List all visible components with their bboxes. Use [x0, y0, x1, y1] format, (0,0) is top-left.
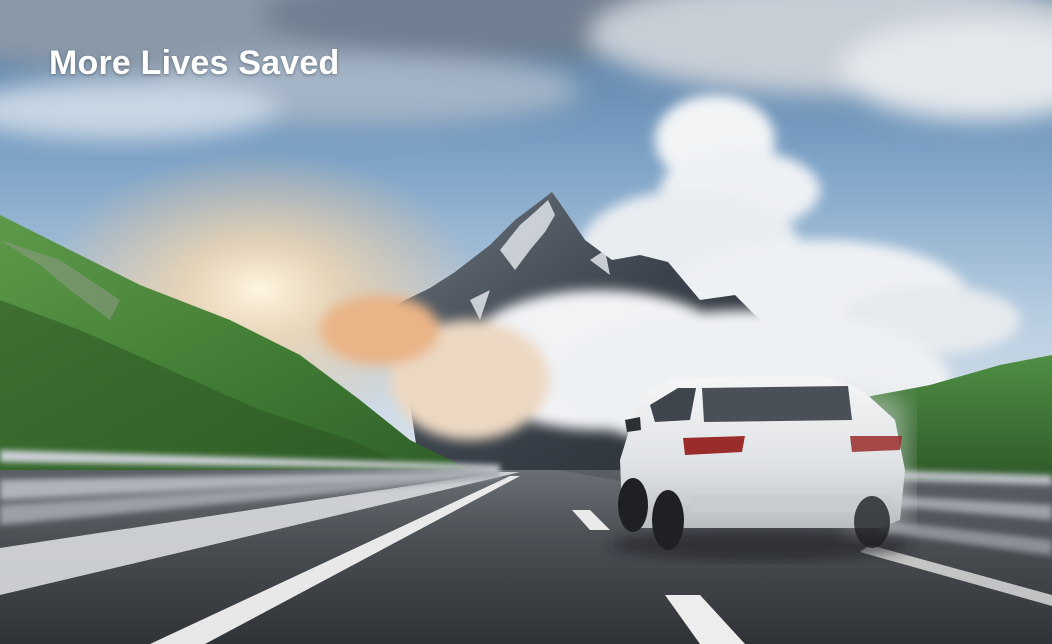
hero-banner: More Lives Saved: [0, 0, 1052, 644]
white-suv: [610, 376, 910, 561]
landscape-illustration: [0, 0, 1052, 644]
headline: More Lives Saved: [49, 44, 340, 82]
